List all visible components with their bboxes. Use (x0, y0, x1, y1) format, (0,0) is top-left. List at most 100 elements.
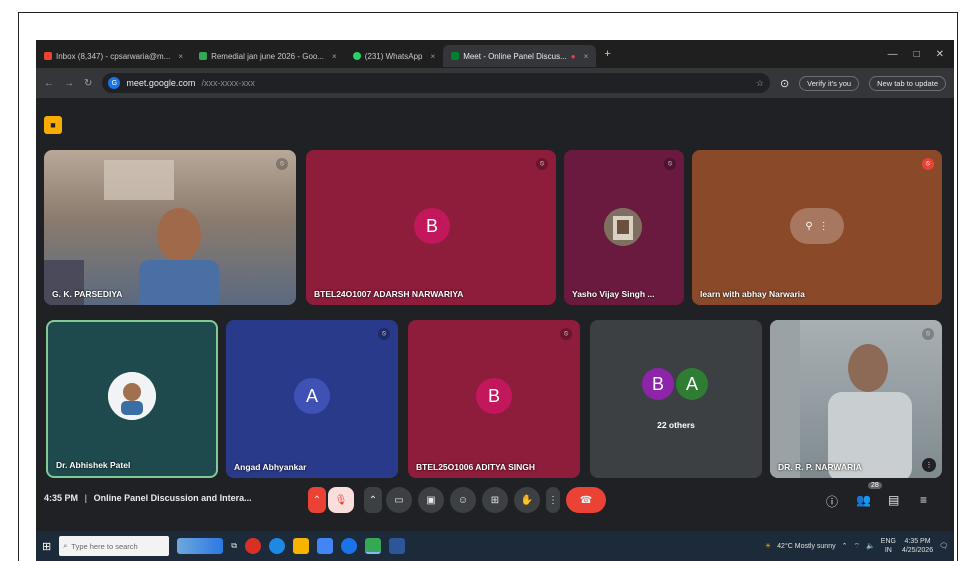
participant-name: Yasho Vijay Singh ... (572, 289, 655, 299)
more-options-icon[interactable]: ⋮ (922, 458, 936, 472)
close-icon[interactable]: × (584, 52, 589, 61)
url-host: meet.google.com (126, 78, 196, 88)
tab-meet[interactable]: Meet - Online Panel Discus... ● × (443, 45, 597, 67)
chrome-active-icon[interactable] (364, 538, 381, 554)
new-tab-button[interactable]: + (596, 48, 618, 60)
participant-name: Dr. Abhishek Patel (56, 460, 131, 470)
volume-icon[interactable]: 🔈 (866, 542, 875, 550)
widget-icon[interactable] (177, 538, 224, 554)
hover-controls[interactable]: ⚲ ⋮ (790, 208, 844, 244)
minimize-icon[interactable]: — (888, 49, 898, 60)
file-explorer-icon[interactable] (292, 538, 309, 554)
participant-tile[interactable]: ⦸ ⚲ ⋮ learn with abhay Narwaria (692, 150, 942, 305)
participant-name: DR. R. P. NARWARIA (778, 462, 862, 472)
tab-label: Remedial jan june 2026 - Goo... (211, 51, 325, 61)
participant-tile[interactable]: ⦸ B BTEL24O1007 ADARSH NARWARIYA (306, 150, 556, 305)
leave-call-button[interactable]: ☎ (566, 487, 606, 513)
meet-stage: ■ ⦸ G. K. PARSEDIYA ⦸ B BTEL24O1007 ADAR… (36, 98, 954, 531)
participant-tile[interactable]: ⦸ G. K. PARSEDIYA (44, 150, 296, 305)
window-controls: — □ ✕ (888, 49, 954, 60)
word-icon[interactable] (388, 538, 405, 554)
mic-muted-icon: ⦸ (922, 328, 934, 340)
close-icon[interactable]: × (332, 52, 337, 61)
store-icon[interactable] (316, 538, 333, 554)
windows-taskbar: ⊞ ⌕ Type here to search ⧉ ☀ 42°C Mostly … (36, 531, 954, 561)
participant-name: BTEL25O1006 ADITYA SINGH (416, 462, 536, 472)
star-icon[interactable]: ☆ (756, 78, 764, 89)
pin-icon[interactable]: ⚲ (805, 221, 812, 232)
more-options-button[interactable]: ⋮ (546, 487, 560, 513)
close-icon[interactable]: × (178, 52, 183, 61)
present-button[interactable]: ⊞ (482, 487, 508, 513)
edge-icon[interactable] (268, 538, 285, 554)
mic-toggle-button[interactable]: 🎙 (328, 487, 354, 513)
address-bar: ← → ↻ G meet.google.com /xxx-xxxx-xxx ☆ … (36, 68, 954, 98)
weather-text[interactable]: 42°C Mostly sunny (777, 543, 835, 550)
activities-icon[interactable]: ■ (44, 116, 62, 134)
avatar: A (294, 378, 330, 414)
mic-options-button[interactable]: ⌃ (308, 487, 326, 513)
mic-muted-icon: ⦸ (276, 158, 288, 170)
reactions-button[interactable]: ☺ (450, 487, 476, 513)
back-icon[interactable]: ← (44, 78, 54, 89)
raise-hand-button[interactable]: ✋ (514, 487, 540, 513)
site-info-icon[interactable]: G (108, 77, 121, 89)
chat-icon[interactable]: ▤ (888, 493, 899, 507)
participant-name: Angad Abhyankar (234, 462, 307, 472)
participant-tile[interactable]: ⦸ A Angad Abhyankar (226, 320, 398, 478)
participant-name: learn with abhay Narwaria (700, 289, 805, 299)
mic-muted-icon: ⦸ (922, 158, 934, 170)
people-icon[interactable]: 👥 (856, 493, 871, 507)
chrome-icon[interactable] (244, 538, 261, 554)
search-icon: ⌕ (63, 541, 68, 550)
notification-icon[interactable]: 🗨 (939, 542, 948, 550)
search-placeholder: Type here to search (71, 541, 138, 551)
network-icon[interactable]: ⌔ (853, 542, 860, 551)
captions-button[interactable]: ▣ (418, 487, 444, 513)
windows-start-icon[interactable]: ⊞ (42, 540, 51, 553)
extensions-icon[interactable]: ⊙ (780, 77, 789, 90)
avatar (604, 208, 642, 246)
avatar: B (414, 208, 450, 244)
mic-muted-icon: ⦸ (378, 328, 390, 340)
participant-name: BTEL24O1007 ADARSH NARWARIYA (314, 289, 464, 299)
language-indicator[interactable]: ENG IN (881, 537, 896, 555)
camera-toggle-button[interactable]: ▭ (386, 487, 412, 513)
avatar: A (676, 368, 708, 400)
others-tile[interactable]: B A 22 others (590, 320, 762, 478)
update-button[interactable]: New tab to update (869, 75, 946, 91)
others-count: 22 others (657, 420, 695, 430)
participant-tile[interactable]: ⦸ DR. R. P. NARWARIA ⋮ (770, 320, 942, 478)
participant-tile[interactable]: ⦸ Yasho Vijay Singh ... (564, 150, 684, 305)
reload-icon[interactable]: ↻ (84, 78, 92, 89)
task-view-icon[interactable]: ⧉ (231, 541, 237, 551)
meeting-info: 4:35 PM | Online Panel Discussion and In… (44, 493, 252, 503)
close-icon[interactable]: × (431, 52, 436, 61)
browser-tab-bar: Inbox (8,347) - cpsarwaria@m... × Remedi… (36, 40, 954, 68)
weather-icon: ☀ (764, 543, 772, 550)
participant-tile[interactable]: Dr. Abhishek Patel (46, 320, 218, 478)
meeting-time: 4:35 PM (44, 493, 79, 503)
system-tray: ☀ 42°C Mostly sunny ⌃ ⌔ 🔈 ENG IN 4:35 PM… (765, 537, 948, 555)
close-window-icon[interactable]: ✕ (936, 49, 944, 60)
forward-icon[interactable]: → (64, 78, 74, 89)
participant-tile[interactable]: ⦸ B BTEL25O1006 ADITYA SINGH (408, 320, 580, 478)
tab-sheets[interactable]: Remedial jan june 2026 - Goo... × (191, 45, 345, 67)
clock[interactable]: 4:35 PM 4/25/2026 (902, 537, 933, 555)
url-input[interactable]: G meet.google.com /xxx-xxxx-xxx ☆ (102, 73, 770, 93)
camera-options-button[interactable]: ⌃ (364, 487, 382, 513)
tab-whatsapp[interactable]: (231) WhatsApp × (345, 45, 443, 67)
maximize-icon[interactable]: □ (914, 49, 920, 60)
meeting-title: Online Panel Discussion and Intera... (93, 493, 252, 503)
tab-gmail[interactable]: Inbox (8,347) - cpsarwaria@m... × (36, 45, 191, 67)
video-feed (770, 320, 912, 478)
mic-muted-icon: ⦸ (536, 158, 548, 170)
app-icon[interactable] (340, 538, 357, 554)
verify-button[interactable]: Verify it's you (799, 75, 860, 91)
tray-chevron-icon[interactable]: ⌃ (842, 542, 848, 550)
mic-level-icon: ⋮ (818, 220, 829, 232)
info-icon[interactable]: ⓘ (826, 493, 838, 510)
clock-time: 4:35 PM (904, 538, 931, 545)
activities-menu-icon[interactable]: ≡ (920, 493, 927, 507)
taskbar-search-input[interactable]: ⌕ Type here to search (59, 536, 170, 556)
